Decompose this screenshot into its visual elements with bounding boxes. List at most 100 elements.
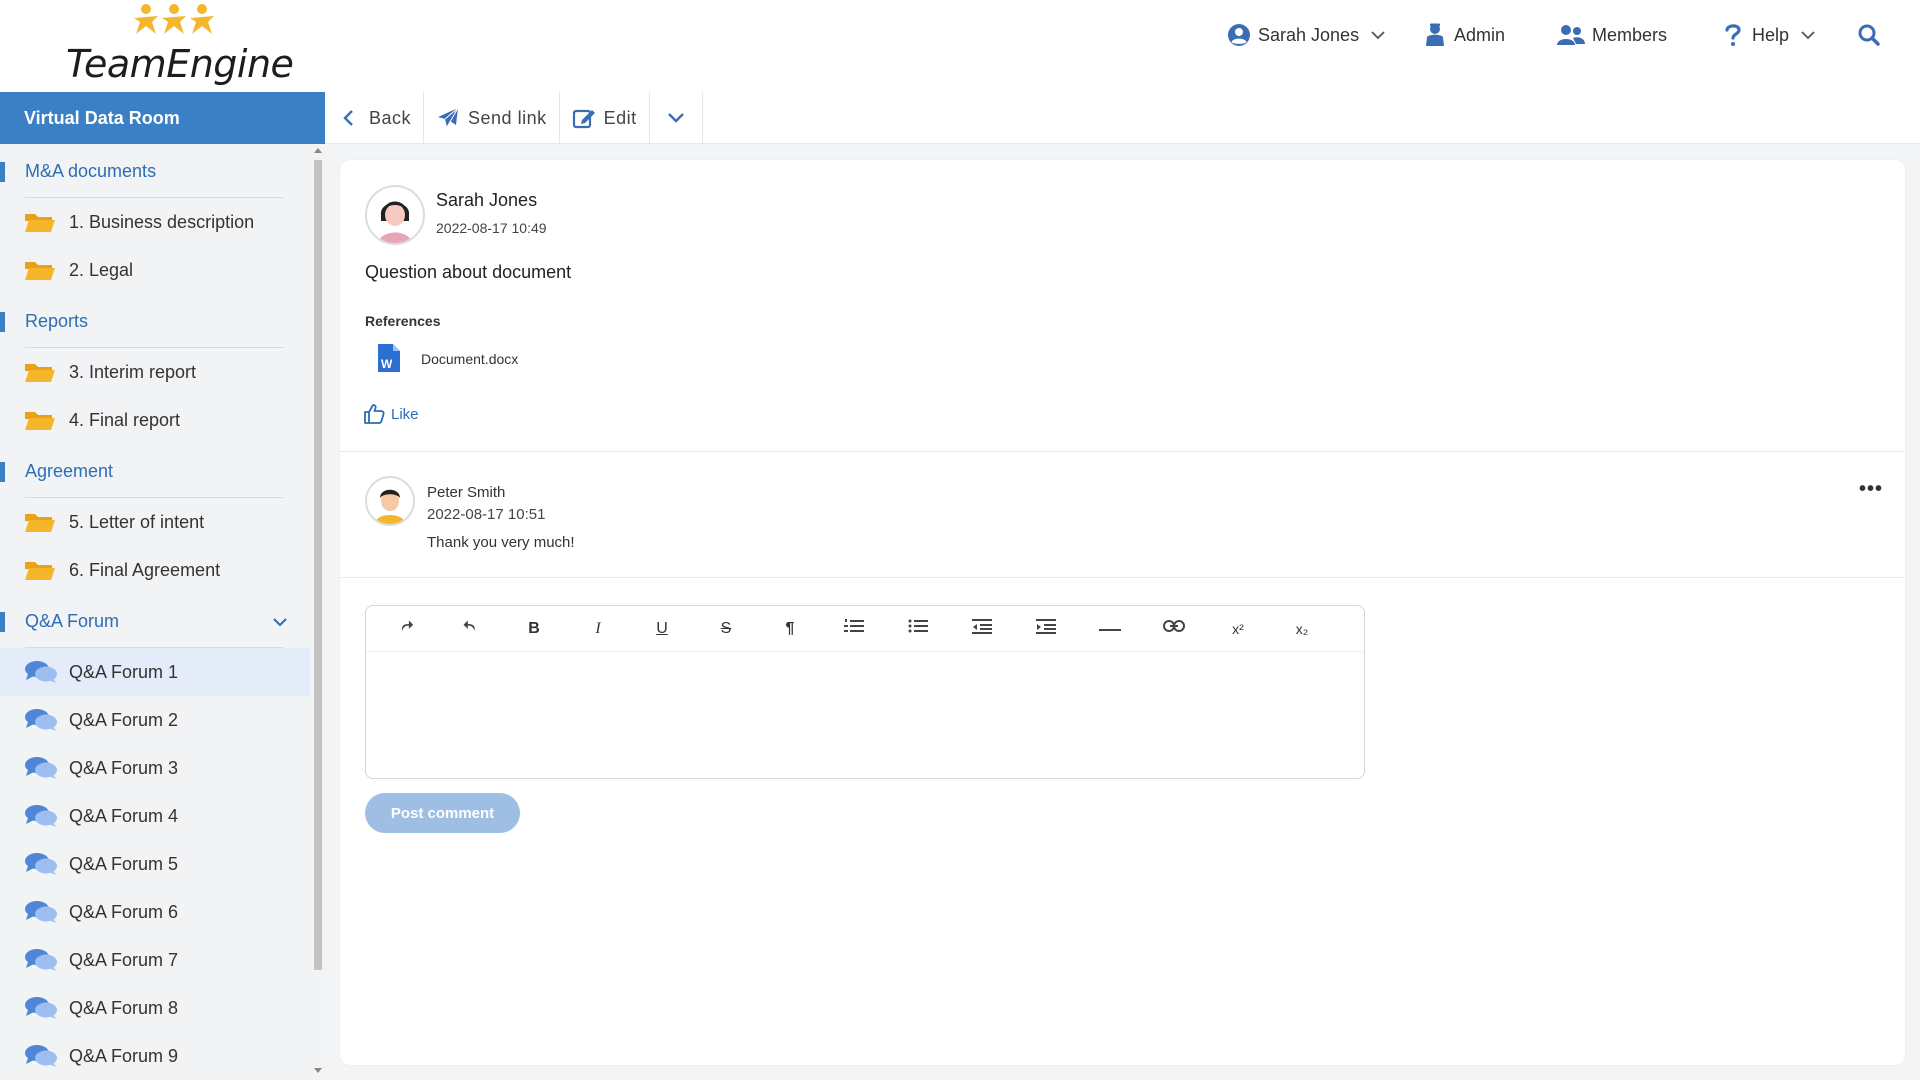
scrollbar-thumb[interactable]: [314, 160, 322, 970]
chat-bubbles-icon: [24, 946, 58, 974]
sidebar-item-qa-forum-5[interactable]: Q&A Forum 5: [0, 840, 310, 888]
indent-button[interactable]: [1014, 606, 1078, 652]
folder-icon: [24, 556, 58, 584]
bold-button[interactable]: B: [502, 606, 566, 652]
edit-label: Edit: [603, 107, 637, 128]
comment-more-options-icon[interactable]: •••: [1859, 478, 1883, 501]
like-label: Like: [391, 405, 419, 423]
members-label: Members: [1592, 24, 1668, 45]
subscript-button[interactable]: x₂: [1270, 606, 1334, 652]
ordered-list-button[interactable]: [822, 606, 886, 652]
chat-bubbles-icon: [24, 898, 58, 926]
send-link-button[interactable]: Send link: [424, 92, 560, 144]
chat-bubbles-icon: [24, 754, 58, 782]
sidebar-item-interim-report[interactable]: 3. Interim report: [0, 348, 310, 396]
chat-bubbles-icon: [24, 850, 58, 878]
sidebar-item-qa-forum-4[interactable]: Q&A Forum 4: [0, 792, 310, 840]
sidebar-item-qa-forum-2[interactable]: Q&A Forum 2: [0, 696, 310, 744]
sidebar-item-legal[interactable]: 2. Legal: [0, 246, 310, 294]
horizontal-rule-icon: [1099, 620, 1121, 638]
sidebar-section-reports[interactable]: Reports: [0, 294, 310, 348]
comment-timestamp: 2022-08-17 10:51: [427, 506, 546, 523]
thumbs-up-icon: [363, 403, 385, 425]
comment-author[interactable]: Peter Smith: [427, 484, 505, 501]
unordered-list-button[interactable]: [886, 606, 950, 652]
back-label: Back: [369, 107, 412, 128]
sidebar-item-qa-forum-1[interactable]: Q&A Forum 1: [0, 648, 310, 696]
post-comment-button[interactable]: Post comment: [365, 793, 520, 833]
redo-button[interactable]: [374, 606, 438, 652]
user-circle-icon: [1226, 22, 1252, 48]
sidebar-scrollbar[interactable]: [310, 144, 325, 1080]
like-button[interactable]: Like: [363, 403, 419, 425]
avatar[interactable]: [365, 185, 425, 245]
post-timestamp: 2022-08-17 10:49: [436, 220, 547, 236]
back-button[interactable]: Back: [325, 92, 425, 144]
sidebar-item-label: Q&A Forum 1: [69, 661, 179, 682]
sidebar-item-letter-of-intent[interactable]: 5. Letter of intent: [0, 498, 310, 546]
references-label: References: [365, 313, 441, 329]
logo-text: TeamEngine: [66, 42, 294, 86]
sidebar-item-business-description[interactable]: 1. Business description: [0, 198, 310, 246]
outdent-icon: [972, 618, 992, 639]
undo-button[interactable]: [438, 606, 502, 652]
sidebar-item-final-report[interactable]: 4. Final report: [0, 396, 310, 444]
edit-button[interactable]: Edit: [560, 92, 650, 144]
top-header: TeamEngine Sarah Jones Admin Members Hel…: [0, 0, 1920, 92]
sidebar-section-agreement[interactable]: Agreement: [0, 444, 310, 498]
members-link[interactable]: Members: [1556, 20, 1667, 50]
sidebar-section-qa-forum[interactable]: Q&A Forum: [0, 594, 310, 648]
link-button[interactable]: [1142, 606, 1206, 652]
italic-button[interactable]: I: [566, 606, 630, 652]
post-author[interactable]: Sarah Jones: [436, 190, 537, 211]
sidebar-item-qa-forum-3[interactable]: Q&A Forum 3: [0, 744, 310, 792]
sidebar-section-ma-documents[interactable]: M&A documents: [0, 144, 310, 198]
folder-icon: [24, 406, 58, 434]
reference-document-link[interactable]: W: [377, 343, 401, 378]
strikethrough-button[interactable]: S: [694, 606, 758, 652]
sidebar-item-final-agreement[interactable]: 6. Final Agreement: [0, 546, 310, 594]
chevron-left-icon: [337, 106, 361, 130]
reference-filename[interactable]: Document.docx: [421, 351, 518, 367]
scroll-up-arrow-icon[interactable]: [314, 148, 322, 153]
folder-icon: [24, 256, 58, 284]
user-menu[interactable]: Sarah Jones: [1226, 20, 1387, 50]
link-icon: [1163, 619, 1185, 638]
sidebar-item-qa-forum-6[interactable]: Q&A Forum 6: [0, 888, 310, 936]
sidebar-item-qa-forum-9[interactable]: Q&A Forum 9: [0, 1032, 310, 1080]
sidebar-item-label: Q&A Forum 5: [69, 853, 179, 874]
sidebar: M&A documents 1. Business description 2.…: [0, 144, 310, 1080]
scroll-down-arrow-icon[interactable]: [314, 1068, 322, 1073]
sidebar-item-label: Q&A Forum 6: [69, 901, 179, 922]
chevron-down-icon[interactable]: [270, 612, 290, 632]
divider: [340, 577, 1905, 578]
word-document-icon: W: [377, 343, 401, 378]
underline-button[interactable]: U: [630, 606, 694, 652]
user-name: Sarah Jones: [1258, 24, 1360, 45]
logo-figures-icon: [134, 4, 214, 34]
ordered-list-icon: [844, 618, 864, 639]
svg-text:W: W: [381, 357, 393, 371]
sidebar-item-qa-forum-8[interactable]: Q&A Forum 8: [0, 984, 310, 1032]
section-label: Q&A Forum: [25, 611, 120, 631]
more-actions-dropdown[interactable]: [650, 92, 703, 144]
section-marker: [0, 612, 5, 632]
avatar[interactable]: [365, 476, 415, 526]
sidebar-item-label: Q&A Forum 4: [69, 805, 179, 826]
comment-input-area[interactable]: [366, 652, 1364, 778]
admin-link[interactable]: Admin: [1422, 20, 1505, 50]
chat-bubbles-icon: [24, 658, 58, 686]
outdent-button[interactable]: [950, 606, 1014, 652]
paragraph-button[interactable]: ¶: [758, 606, 822, 652]
help-menu[interactable]: Help: [1720, 20, 1817, 50]
section-marker: [0, 462, 5, 482]
superscript-button[interactable]: x²: [1206, 606, 1270, 652]
divider: [340, 451, 1905, 452]
sidebar-item-label: 1. Business description: [69, 211, 255, 232]
sidebar-item-qa-forum-7[interactable]: Q&A Forum 7: [0, 936, 310, 984]
teamengine-logo[interactable]: TeamEngine: [66, 2, 294, 88]
unordered-list-icon: [908, 618, 928, 639]
search-button[interactable]: [1856, 20, 1888, 50]
chevron-down-icon: [664, 106, 688, 130]
horizontal-rule-button[interactable]: [1078, 606, 1142, 652]
